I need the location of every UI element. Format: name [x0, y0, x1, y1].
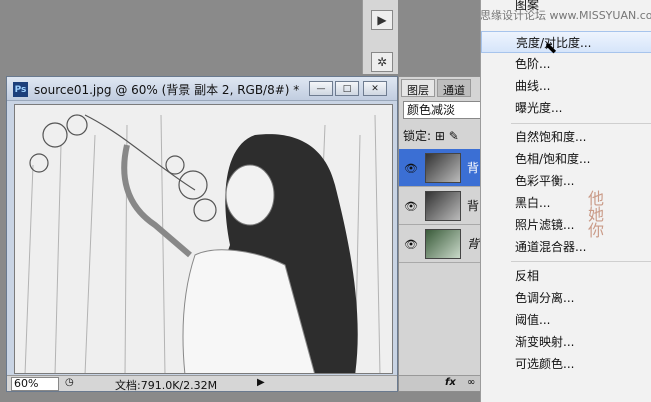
- eye-icon[interactable]: 👁: [404, 237, 418, 251]
- minimize-button[interactable]: —: [309, 81, 333, 96]
- link-icon[interactable]: ∞: [467, 377, 475, 388]
- document-title: source01.jpg @ 60% (背景 副本 2, RGB/8#) *: [34, 83, 300, 97]
- document-info: 文档:791.0K/2.32M: [115, 379, 218, 392]
- status-bar: 60% ◷ 文档:791.0K/2.32M ▶: [7, 375, 397, 392]
- layer-thumbnail: [425, 229, 461, 259]
- watermark-text: 思缘设计论坛 www.MISSYUAN.com: [480, 9, 651, 22]
- menu-item-hue-saturation[interactable]: 色相/饱和度...: [481, 148, 651, 170]
- layer-name: 背: [467, 237, 480, 251]
- fx-button[interactable]: fx: [445, 377, 456, 388]
- brush-icon[interactable]: ✎: [449, 129, 459, 143]
- eye-icon[interactable]: 👁: [404, 161, 418, 175]
- menu-item-color-balance[interactable]: 色彩平衡...: [481, 170, 651, 192]
- document-window: Ps source01.jpg @ 60% (背景 副本 2, RGB/8#) …: [6, 76, 398, 392]
- menu-item-curves[interactable]: 曲线...: [481, 75, 651, 97]
- eye-icon[interactable]: 👁: [404, 199, 418, 213]
- menu-item-brightness-contrast[interactable]: 亮度/对比度...: [481, 31, 651, 53]
- menu-item-vibrance[interactable]: 自然饱和度...: [481, 126, 651, 148]
- sketch-image: [15, 105, 392, 373]
- tools-icon[interactable]: ✲: [371, 52, 393, 72]
- calligraphy-watermark: 他她你: [585, 190, 604, 238]
- layer-row[interactable]: 👁 背: [399, 149, 487, 187]
- blend-mode-select[interactable]: 颜色减淡: [403, 101, 487, 119]
- lock-label: 锁定:: [403, 129, 432, 143]
- lock-row: 锁定: ⊞ ✎: [403, 127, 459, 144]
- tool-strip: ▶ ✲: [362, 0, 398, 74]
- layers-panel-toolbar: fx ∞: [399, 375, 487, 391]
- close-button[interactable]: ✕: [363, 81, 387, 96]
- image-canvas[interactable]: [14, 104, 393, 374]
- layer-row[interactable]: 👁 背: [399, 187, 487, 225]
- layers-panel: 图层 通道 颜色减淡 锁定: ⊞ ✎ 👁 背 👁 背 👁 背 fx ∞: [398, 76, 488, 392]
- document-titlebar[interactable]: Ps source01.jpg @ 60% (背景 副本 2, RGB/8#) …: [7, 77, 397, 101]
- zoom-icon[interactable]: ◷: [65, 377, 74, 388]
- layer-name: 背: [467, 199, 480, 213]
- status-menu-arrow-icon[interactable]: ▶: [257, 377, 265, 388]
- lock-transparency-icon[interactable]: ⊞: [435, 129, 445, 143]
- zoom-field[interactable]: 60%: [11, 377, 59, 391]
- layer-thumbnail: [425, 191, 461, 221]
- menu-item-exposure[interactable]: 曝光度...: [481, 97, 651, 119]
- menu-separator: [511, 123, 651, 124]
- photoshop-icon: Ps: [13, 82, 28, 97]
- tab-channels[interactable]: 通道: [437, 79, 471, 97]
- menu-item-levels[interactable]: 色阶...: [481, 53, 651, 75]
- maximize-button[interactable]: □: [335, 81, 359, 96]
- layer-row[interactable]: 👁 背: [399, 225, 487, 263]
- tab-layers[interactable]: 图层: [401, 79, 435, 97]
- layer-name: 背: [467, 161, 480, 175]
- play-icon[interactable]: ▶: [371, 10, 393, 30]
- mouse-cursor-icon: ⬉: [544, 38, 558, 57]
- layer-thumbnail: [425, 153, 461, 183]
